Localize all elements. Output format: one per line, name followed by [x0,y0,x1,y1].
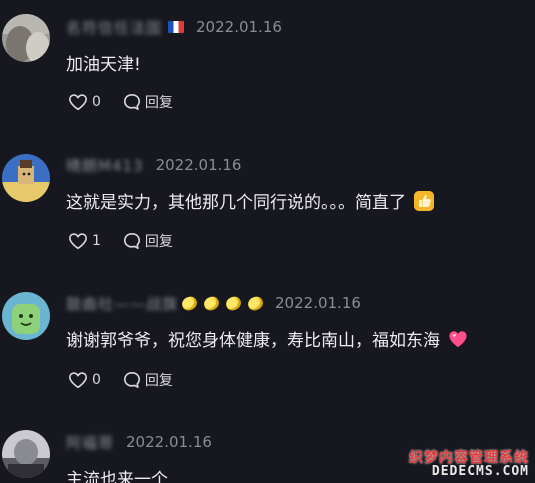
france-flag-icon [168,21,185,33]
lemon-emoji-icon [224,294,243,312]
reply-button[interactable]: 回复 [123,92,173,112]
avatar[interactable] [2,154,50,202]
comment-text-content: 加油天津! [66,55,141,75]
comment-text-content: 主流也来一个 [66,470,168,483]
like-count: 0 [92,94,101,110]
username[interactable]: 晴朗M413 [66,155,144,176]
avatar[interactable] [2,14,50,62]
like-count: 0 [92,372,101,388]
reply-label: 回复 [144,373,173,389]
comment-meta: 鼓曲社——战旗 2022.01.16 [66,292,361,314]
lemon-emoji-icon [246,294,265,312]
heart-outline-icon [69,233,87,250]
comment-actions: 0 回复 [68,369,173,391]
site-watermark: 织梦内容管理系统 DEDECMS.COM [409,449,529,480]
username[interactable]: 名符信任法国 [66,17,162,38]
heart-outline-icon [69,372,87,389]
comment-meta: 晴朗M413 2022.01.16 [66,154,241,176]
username[interactable]: 鼓曲社——战旗 [66,293,178,314]
avatar[interactable] [2,430,50,478]
lemon-emoji-icon [180,294,199,312]
heart-outline-icon [69,94,87,111]
comment-date: 2022.01.16 [126,433,212,451]
comment-actions: 1 回复 [68,230,173,252]
comment-date: 2022.01.16 [155,156,242,174]
avatar[interactable] [2,292,50,340]
chat-bubble-icon [123,93,140,111]
comment-text: 谢谢郭爷爷，祝您身体健康，寿比南山，福如东海 [66,326,468,351]
comment-text-content: 这就是实力，其他那几个同行说的。。。简直了 [66,193,406,213]
comment-actions: 0 回复 [68,91,173,113]
like-count: 1 [92,233,101,249]
comment-text: 主流也来一个 [66,465,168,483]
reply-button[interactable]: 回复 [123,231,173,251]
comment-meta: 阿福哥 2022.01.16 [66,431,212,453]
comment-meta: 名符信任法国 2022.01.16 [66,16,282,38]
comment-date: 2022.01.16 [275,294,361,312]
chat-bubble-icon [123,232,140,250]
comment-date: 2022.01.16 [196,18,282,36]
reply-button[interactable]: 回复 [123,370,173,390]
reply-label: 回复 [144,95,173,111]
like-button[interactable]: 0 [68,371,101,389]
comment-text-content: 谢谢郭爷爷，祝您身体健康，寿比南山，福如东海 [66,331,440,351]
lemon-emoji-icon [202,294,221,312]
like-button[interactable]: 1 [68,232,101,250]
comment-text: 加油天津! [66,50,141,75]
watermark-line-1: 织梦内容管理系统 [409,449,529,466]
username[interactable]: 阿福哥 [66,432,114,453]
comment-list: 名符信任法国 2022.01.16 加油天津! 0 回复 晴朗M413 2022… [0,0,535,483]
comment-text: 这就是实力，其他那几个同行说的。。。简直了 [66,188,434,213]
chat-bubble-icon [123,371,140,389]
watermark-line-2: DEDECMS.COM [431,464,529,480]
thumbs-up-emoji-icon [414,190,434,211]
pink-heart-emoji-icon [448,330,468,348]
like-button[interactable]: 0 [68,93,101,111]
reply-label: 回复 [144,234,173,250]
